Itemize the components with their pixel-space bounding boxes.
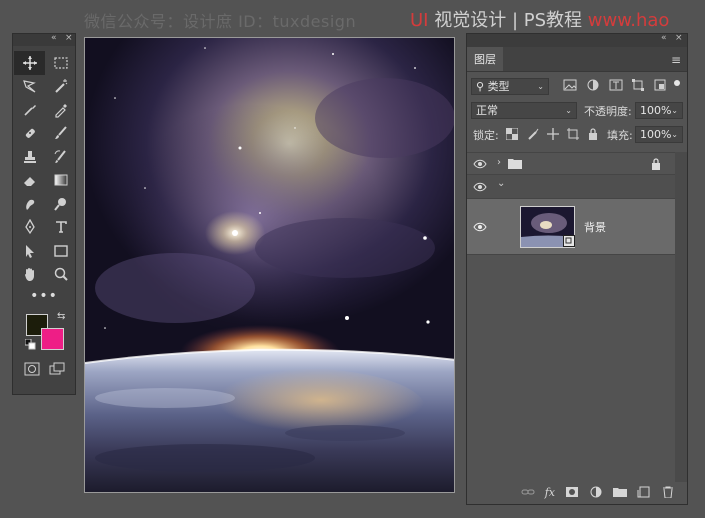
screen-mode-icon[interactable] (49, 362, 65, 376)
stamp-tool-icon[interactable] (14, 145, 45, 169)
layer-group-row[interactable]: › (467, 152, 675, 175)
smudge-tool-icon[interactable] (14, 192, 45, 216)
collapse-icon[interactable]: « (51, 33, 57, 43)
filter-type-icon[interactable] (609, 79, 623, 91)
opacity-label: 不透明度: (584, 105, 632, 118)
fill-value: 100% (640, 128, 672, 141)
layers-panel: « × 图层 ≡ ⚲ 类型 ⌄ 正常 ⌄ 不透明度: 100% ⌄ 锁定: 填充… (466, 33, 688, 505)
hand-tool-icon[interactable] (14, 263, 45, 287)
blend-mode-select[interactable]: 正常 ⌄ (471, 102, 577, 119)
layer-subgroup-row[interactable]: ⌄ (467, 175, 675, 199)
add-mask-icon[interactable] (565, 486, 579, 498)
healing-brush-tool-icon[interactable] (14, 122, 45, 146)
chevron-down-icon: ⌄ (671, 130, 678, 139)
lock-all-icon[interactable] (587, 128, 599, 140)
layers-scrollbar[interactable] (675, 152, 687, 482)
move-tool-icon[interactable] (14, 51, 45, 75)
toolbox-bottom-row (13, 362, 75, 376)
blend-row: 正常 ⌄ 不透明度: 100% ⌄ (467, 99, 687, 123)
opacity-value: 100% (640, 104, 672, 117)
visibility-eye-icon[interactable] (473, 222, 487, 232)
background-color-swatch[interactable] (41, 328, 64, 350)
path-selection-tool-icon[interactable] (14, 239, 45, 263)
pen-tool-icon[interactable] (14, 216, 45, 240)
quick-mask-icon[interactable] (24, 362, 40, 376)
zoom-tool-icon[interactable] (45, 263, 76, 287)
marquee-tool-icon[interactable] (45, 51, 76, 75)
chevron-down-icon: ⌄ (565, 106, 572, 115)
layers-panel-header: « × (467, 33, 687, 47)
layers-footer: fx (467, 480, 687, 504)
watermark-url: www.hao (587, 10, 670, 31)
filter-toggle-icon[interactable] (673, 79, 681, 91)
lock-label: 锁定: (473, 129, 499, 142)
watermark-right: UI 视觉设计 | PS教程 www.hao (410, 6, 669, 32)
fill-field[interactable]: 100% ⌄ (635, 126, 683, 143)
fx-icon[interactable]: fx (545, 486, 555, 499)
chevron-down-icon: ⌄ (671, 106, 678, 115)
filter-kind-label: 类型 (487, 80, 510, 93)
magic-wand-tool-icon[interactable] (45, 75, 76, 99)
space-earth-image (85, 38, 454, 492)
rectangle-tool-icon[interactable] (45, 239, 76, 263)
lock-image-icon[interactable] (527, 128, 539, 140)
close-icon[interactable]: × (675, 33, 683, 43)
group-lock-icon (652, 158, 660, 170)
opacity-field[interactable]: 100% ⌄ (635, 102, 683, 119)
tool-grid (13, 46, 75, 286)
search-icon: ⚲ (476, 80, 485, 93)
lock-row: 锁定: 填充: 100% ⌄ (467, 123, 687, 147)
dodge-tool-icon[interactable] (45, 192, 76, 216)
panel-menu-icon[interactable]: ≡ (671, 53, 681, 67)
default-colors-icon[interactable] (25, 339, 36, 350)
watermark-title: 视觉设计 | PS教程 (434, 10, 583, 31)
watermark-left: 微信公众号：设计庶 ID：tuxdesign (84, 12, 357, 31)
layer-name[interactable]: 背景 (584, 219, 606, 235)
smart-object-icon (563, 235, 575, 247)
more-tools-icon[interactable]: ••• (13, 288, 75, 304)
filter-adjustment-icon[interactable] (586, 79, 600, 91)
link-layers-icon[interactable] (521, 486, 535, 498)
filter-shape-icon[interactable] (631, 79, 645, 91)
chevron-down-icon[interactable]: ⌄ (497, 178, 505, 189)
lasso-tool-icon[interactable] (14, 75, 45, 99)
crop-brush-icon[interactable] (14, 98, 45, 122)
color-swatches: ⇆ (13, 310, 75, 358)
filter-smart-object-icon[interactable] (653, 79, 667, 91)
eraser-tool-icon[interactable] (14, 169, 45, 193)
watermark-ui: UI (410, 10, 429, 31)
type-tool-icon[interactable] (45, 216, 76, 240)
lock-artboard-icon[interactable] (567, 128, 579, 140)
tab-layers[interactable]: 图层 (467, 47, 503, 71)
brush-tool-icon[interactable] (45, 122, 76, 146)
gradient-tool-icon[interactable] (45, 169, 76, 193)
fill-label: 填充: (607, 129, 633, 142)
visibility-eye-icon[interactable] (473, 159, 487, 169)
close-icon[interactable]: × (65, 33, 73, 43)
chevron-right-icon[interactable]: › (497, 157, 501, 168)
document-canvas[interactable] (84, 37, 455, 493)
history-brush-tool-icon[interactable] (45, 145, 76, 169)
layers-tab-bar: 图层 ≡ (467, 47, 687, 72)
filter-kind-select[interactable]: ⚲ 类型 ⌄ (471, 78, 549, 95)
toolbox-header: « × (13, 33, 75, 46)
adjustment-layer-icon[interactable] (589, 486, 603, 498)
new-layer-icon[interactable] (637, 486, 651, 498)
filter-row: ⚲ 类型 ⌄ (467, 75, 687, 99)
swap-colors-icon[interactable]: ⇆ (57, 311, 65, 322)
folder-icon (508, 159, 522, 169)
trash-icon[interactable] (661, 486, 675, 498)
toolbox-panel: « × ••• ⇆ (12, 33, 76, 395)
layer-background-row[interactable]: 背景 (467, 199, 675, 255)
lock-position-icon[interactable] (547, 128, 559, 140)
lock-transparent-icon[interactable] (506, 128, 518, 140)
collapse-icon[interactable]: « (661, 33, 667, 43)
eyedropper-tool-icon[interactable] (45, 98, 76, 122)
visibility-eye-icon[interactable] (473, 182, 487, 192)
filter-pixel-icon[interactable] (563, 79, 577, 91)
new-group-icon[interactable] (613, 486, 627, 498)
blend-mode-label: 正常 (476, 104, 498, 117)
chevron-down-icon: ⌄ (537, 82, 544, 91)
